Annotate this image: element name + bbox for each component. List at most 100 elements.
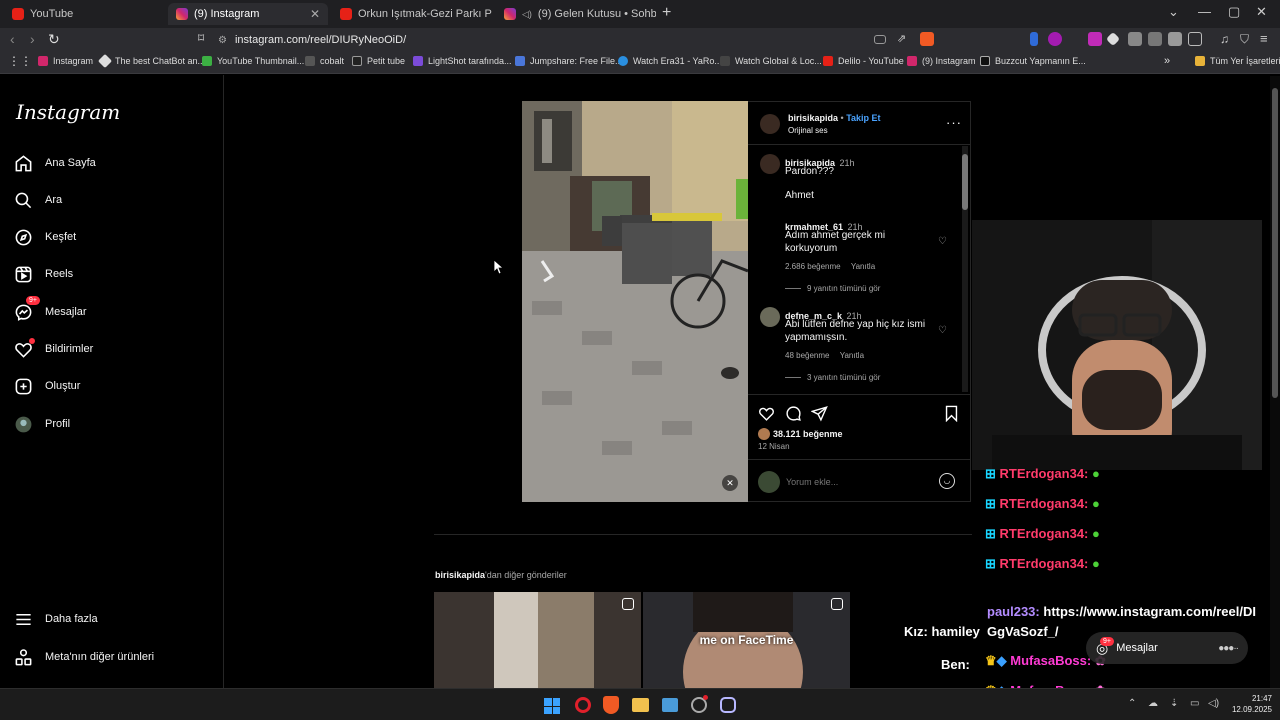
tray-icon[interactable]: ☁ [1148, 698, 1158, 709]
tab-orkun[interactable]: Orkun Işıtmak-Gezi Parkı Polise Küfür [332, 3, 492, 25]
tab-youtube[interactable]: YouTube [4, 3, 164, 25]
cast-icon[interactable] [874, 35, 886, 44]
post-thumbnail[interactable] [434, 592, 641, 688]
page-scrollbar[interactable] [1270, 76, 1280, 688]
comment-avatar[interactable] [760, 307, 780, 327]
follow-button[interactable]: Takip Et [846, 113, 880, 123]
volume-icon[interactable]: ◁) [1208, 698, 1219, 709]
clock[interactable]: 21:47 12.09.2025 [1228, 693, 1272, 715]
bookmark-item[interactable]: Watch Era31 - YaRo... [618, 56, 722, 66]
comment-likes[interactable]: 48 beğenme [785, 351, 829, 360]
comment-like-icon[interactable]: ♡ [938, 236, 947, 247]
sidebar-item-search[interactable]: Ara [14, 188, 62, 212]
hamburger-icon [16, 613, 31, 625]
save-bookmark-icon[interactable] [944, 405, 959, 422]
bookmark-item[interactable]: cobalt [305, 56, 344, 66]
back-icon[interactable]: ‹ [10, 31, 15, 47]
sidebar-more[interactable]: Daha fazla [14, 607, 98, 631]
forward-icon[interactable]: › [30, 31, 35, 47]
crown-icon: ♛ [985, 653, 997, 668]
sidebar-item-home[interactable]: Ana Sayfa [14, 151, 96, 175]
instagram-logo[interactable]: Instagram [16, 100, 120, 124]
bookmark-item[interactable]: (9) Instagram [907, 56, 976, 66]
extensions-puzzle-icon[interactable] [1168, 32, 1182, 46]
url-bar[interactable]: ⚙ instagram.com/reel/DIURyNeoOiD/ [218, 31, 866, 49]
instagram-icon [504, 8, 516, 20]
site-info-icon[interactable]: ⚙ [218, 35, 227, 46]
extension-icon[interactable] [1128, 32, 1142, 46]
author-avatar[interactable] [760, 114, 780, 134]
share-icon[interactable] [811, 405, 828, 422]
bookmark-item[interactable]: Jumpshare: Free File... [515, 56, 623, 66]
tray-icon[interactable]: ⇣ [1170, 698, 1178, 709]
bookmark-icon[interactable]: ⌑ [198, 31, 204, 45]
sidebar-item-reels[interactable]: Reels [14, 262, 73, 286]
music-icon[interactable]: ♫ [1220, 32, 1229, 46]
view-replies[interactable]: 3 yanıtın tümünü gör [785, 373, 880, 382]
reply-button[interactable]: Yanıtla [851, 262, 875, 271]
post-thumbnail[interactable]: me on FaceTime [643, 592, 850, 688]
apps-icon[interactable]: ⋮⋮ [8, 54, 32, 68]
vpn-icon[interactable]: ⛉ [1240, 32, 1249, 47]
reel-video[interactable]: ✕ [522, 101, 748, 502]
sidebar-meta-products[interactable]: Meta'nın diğer ürünleri [14, 645, 154, 669]
extension-icon[interactable] [1030, 32, 1038, 46]
tab-inbox[interactable]: ◁) (9) Gelen Kutusu • Sohbetler [496, 3, 656, 25]
like-heart-icon[interactable] [758, 405, 775, 422]
menu-icon[interactable]: ≡ [1260, 31, 1268, 46]
view-replies[interactable]: 9 yanıtın tümünü gör [785, 284, 880, 293]
sidebar-item-notifications[interactable]: Bildirimler [14, 337, 93, 361]
brave-icon[interactable] [603, 696, 619, 714]
extension-icon[interactable] [1048, 32, 1062, 46]
reply-button[interactable]: Yanıtla [840, 351, 864, 360]
close-tab-icon[interactable]: ✕ [310, 7, 320, 21]
extension-icon[interactable] [1148, 32, 1162, 46]
all-bookmarks-folder[interactable]: Tüm Yer İşaretleri [1195, 56, 1280, 66]
network-icon[interactable]: ▭ [1190, 698, 1199, 709]
more-options-icon[interactable]: ··· [946, 115, 962, 130]
discord-icon[interactable] [720, 697, 736, 713]
more-bookmarks-icon[interactable]: » [1164, 55, 1170, 67]
mouse-cursor [494, 260, 504, 274]
like-count[interactable]: 38.121 beğenme [758, 428, 843, 440]
sidebar-item-create[interactable]: Oluştur [14, 374, 80, 398]
sidebar-item-profile[interactable]: Profil [14, 412, 70, 436]
tab-instagram[interactable]: (9) Instagram ✕ [168, 3, 328, 25]
mute-icon[interactable]: ✕ [722, 475, 738, 491]
comment-icon[interactable] [785, 405, 802, 422]
bookmark-item[interactable]: Buzzcut Yapmanın E... [980, 56, 1086, 66]
maximize-button[interactable]: ▢ [1228, 4, 1240, 20]
emoji-icon[interactable]: ◡ [939, 473, 955, 489]
file-explorer-icon[interactable] [632, 698, 649, 712]
share-icon[interactable]: ⇗ [897, 32, 906, 45]
brave-shield-icon[interactable] [920, 32, 934, 46]
comment-like-icon[interactable]: ♡ [938, 325, 947, 336]
extension-icon[interactable] [1088, 32, 1102, 46]
caption-text: Pardon??? [785, 166, 834, 177]
author-username[interactable]: birisikapida [788, 113, 838, 123]
tray-chevron-icon[interactable]: ⌃ [1128, 698, 1136, 709]
sidebar-item-explore[interactable]: Keşfet [14, 225, 76, 249]
reload-icon[interactable]: ↻ [48, 31, 60, 48]
audio-label[interactable]: Orijinal ses [788, 126, 828, 135]
sidebar-item-messages[interactable]: 9+ Mesajlar [14, 296, 87, 324]
sidebar-icon[interactable] [1188, 32, 1202, 46]
comments-scrollbar[interactable] [962, 146, 968, 392]
minimize-button[interactable]: — [1198, 4, 1211, 19]
bookmark-item[interactable]: Delilo - YouTube [823, 56, 904, 66]
caption-avatar[interactable] [760, 154, 780, 174]
close-window-button[interactable]: ✕ [1256, 4, 1267, 20]
app-icon[interactable] [662, 698, 678, 712]
new-tab-button[interactable]: + [662, 4, 671, 22]
tab-search-icon[interactable]: ⌄ [1168, 4, 1179, 20]
bookmark-item[interactable]: The best ChatBot an... [97, 53, 205, 69]
comment-input[interactable] [786, 474, 936, 490]
bookmark-item[interactable]: Instagram [38, 56, 93, 66]
bookmark-item[interactable]: Watch Global & Loc... [720, 56, 822, 66]
comment-likes[interactable]: 2.686 beğenme [785, 262, 841, 271]
bookmark-item[interactable]: YouTube Thumbnail... [202, 56, 304, 66]
start-icon[interactable] [544, 698, 560, 714]
opera-icon[interactable] [575, 697, 591, 713]
bookmark-item[interactable]: Petit tube [352, 56, 405, 66]
bookmark-item[interactable]: LightShot tarafında... [413, 56, 512, 66]
